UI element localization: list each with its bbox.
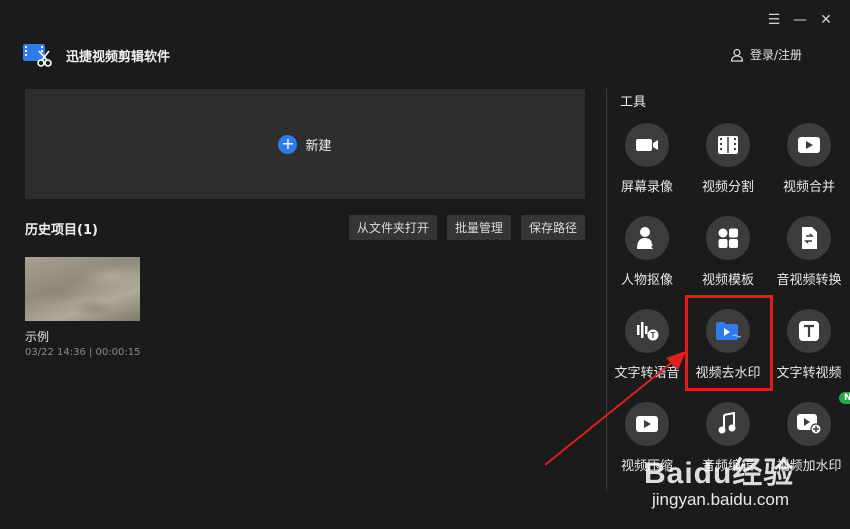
tool-label: 视频加水印: [776, 459, 842, 474]
save-path-button[interactable]: 保存路径: [520, 215, 585, 240]
person-cutout-icon: [625, 216, 669, 260]
app-logo-icon: [23, 44, 52, 67]
convert-icon: [787, 216, 831, 260]
tool-add-watermark[interactable]: NEW 视频加水印: [767, 392, 850, 474]
compress-icon: [625, 402, 669, 446]
window-controls: ☰ — ✕: [766, 12, 834, 28]
project-name[interactable]: 示例: [25, 328, 49, 345]
tool-label: 视频合并: [782, 180, 835, 195]
template-icon: [706, 216, 750, 260]
tool-label: 人物抠像: [620, 273, 673, 288]
tool-av-convert[interactable]: 音视频转换: [767, 216, 850, 288]
close-icon[interactable]: ✕: [818, 12, 834, 28]
menu-icon[interactable]: ☰: [766, 12, 782, 28]
tool-label: 屏幕录像: [620, 180, 673, 195]
project-thumbnail[interactable]: [25, 257, 140, 321]
tool-text-to-speech[interactable]: T 文字转语音: [605, 309, 689, 381]
camera-icon: [625, 123, 669, 167]
tool-video-compress[interactable]: 视频压缩: [605, 402, 689, 474]
svg-text:T: T: [651, 331, 656, 340]
project-meta: 03/22 14:36 | 00:00:15: [25, 347, 141, 358]
plus-icon: +: [278, 134, 298, 154]
video-merge-icon: [787, 123, 831, 167]
tool-label: 视频去水印: [695, 366, 761, 381]
new-badge: NEW: [839, 392, 850, 404]
history-title: 历史项目(1): [25, 223, 98, 238]
music-note-icon: [706, 402, 750, 446]
tool-person-cutout[interactable]: 人物抠像: [605, 216, 689, 288]
batch-manage-button[interactable]: 批量管理: [446, 215, 511, 240]
tool-audio-edit[interactable]: 音频编辑: [686, 402, 770, 474]
history-actions: 从文件夹打开 批量管理 保存路径: [348, 215, 585, 240]
minimize-icon[interactable]: —: [792, 12, 808, 28]
login-button[interactable]: 登录/注册: [730, 46, 802, 63]
tool-label: 视频模板: [701, 273, 754, 288]
tool-label: 音频编辑: [701, 459, 754, 474]
add-watermark-icon: NEW: [787, 392, 850, 446]
tool-label: 视频压缩: [620, 459, 673, 474]
tools-title: 工具: [620, 95, 647, 110]
tool-label: 文字转视频: [776, 366, 842, 381]
tool-video-template[interactable]: 视频模板: [686, 216, 770, 288]
tool-label: 音视频转换: [776, 273, 842, 288]
tool-remove-watermark[interactable]: 视频去水印: [686, 309, 770, 381]
tool-label: 视频分割: [701, 180, 754, 195]
open-folder-button[interactable]: 从文件夹打开: [348, 215, 437, 240]
tool-video-merge[interactable]: 视频合并: [767, 123, 850, 195]
tool-label: 文字转语音: [614, 366, 680, 381]
user-icon: [730, 48, 744, 62]
login-label: 登录/注册: [749, 48, 802, 62]
app-title: 迅捷视频剪辑软件: [66, 50, 171, 65]
watermark-site: jingyan.baidu.com: [652, 490, 790, 509]
text-to-video-icon: [787, 309, 831, 353]
tool-text-to-video[interactable]: 文字转视频: [767, 309, 850, 381]
new-project-button[interactable]: + 新建: [25, 89, 585, 199]
remove-watermark-icon: [706, 309, 750, 353]
text-to-speech-icon: T: [625, 309, 669, 353]
film-split-icon: [706, 123, 750, 167]
new-project-label: 新建: [305, 138, 332, 154]
tool-video-split[interactable]: 视频分割: [686, 123, 770, 195]
tool-screen-record[interactable]: 屏幕录像: [605, 123, 689, 195]
